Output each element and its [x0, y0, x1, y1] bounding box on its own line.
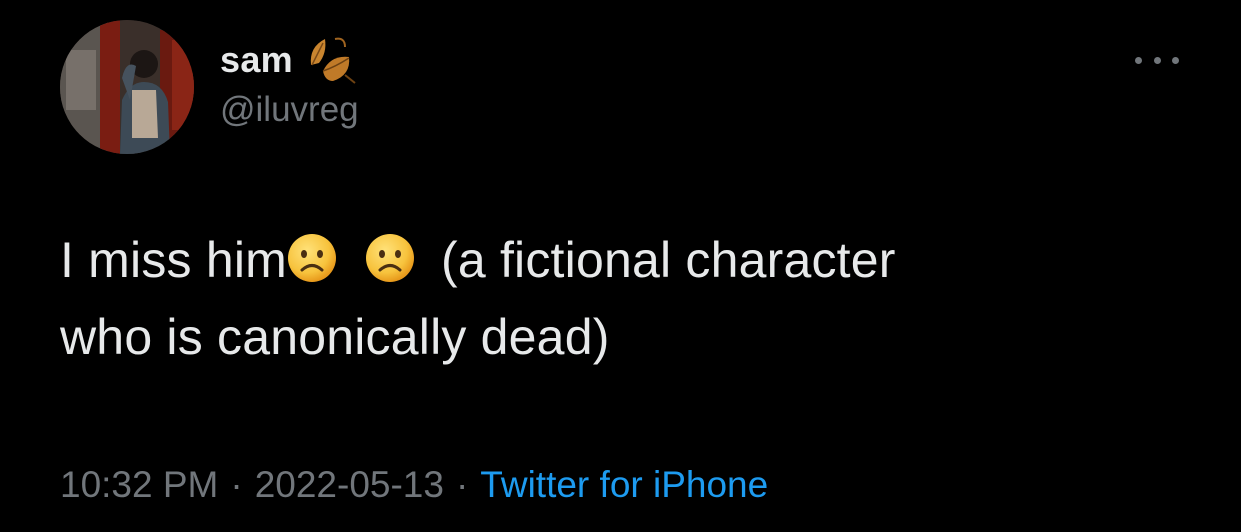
display-name[interactable]: sam	[220, 39, 293, 81]
tweet-text-part: who is canonically dead)	[60, 309, 610, 365]
frowning-face-icon	[288, 234, 336, 282]
name-row: sam	[220, 36, 359, 84]
tweet-time[interactable]: 10:32 PM	[60, 464, 218, 505]
tweet-date[interactable]: 2022-05-13	[255, 464, 444, 505]
more-dot	[1135, 56, 1142, 64]
user-handle[interactable]: @iluvreg	[220, 90, 359, 130]
tweet-text-part: I miss him	[60, 232, 287, 288]
avatar[interactable]	[60, 20, 194, 154]
more-options-icon[interactable]	[1135, 48, 1179, 72]
meta-separator: ·	[230, 464, 243, 505]
meta-separator: ·	[455, 464, 469, 505]
more-dot	[1153, 56, 1161, 64]
profile-photo-image	[60, 20, 194, 154]
autumn-leaves-icon	[305, 35, 359, 85]
tweet-card: sam @iluvreg I miss him (a fictional cha…	[0, 0, 1241, 532]
tweet-text: I miss him (a fictional character who is…	[60, 222, 1180, 376]
more-dot	[1172, 56, 1179, 64]
frowning-face-icon	[366, 234, 414, 282]
tweet-source-link[interactable]: Twitter for iPhone	[480, 464, 768, 505]
author-block: sam @iluvreg	[220, 36, 359, 130]
tweet-text-part: (a fictional character	[441, 232, 896, 288]
tweet-meta: 10:32 PM · 2022-05-13 · Twitter for iPhone	[60, 464, 768, 506]
